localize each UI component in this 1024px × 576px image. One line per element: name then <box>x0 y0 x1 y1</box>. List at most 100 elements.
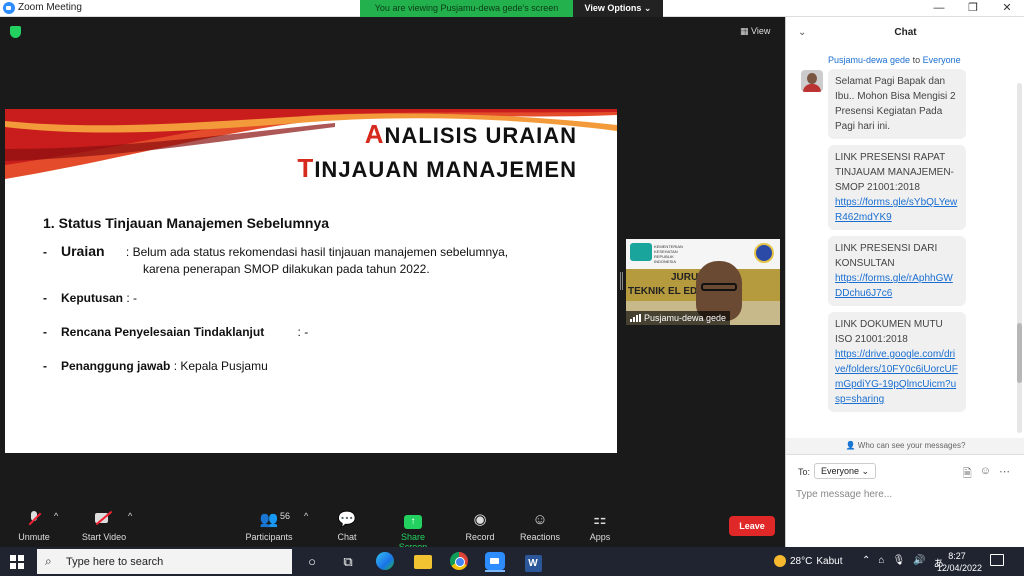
file-icon[interactable]: 🗎 <box>963 465 972 484</box>
sender-avatar <box>801 70 823 92</box>
chrome-icon[interactable] <box>449 552 469 572</box>
chat-panel: ⌄ Chat Pusjamu-dewa gede to Everyone Sel… <box>785 17 1024 547</box>
clock-time: 8:27 <box>948 551 966 561</box>
chat-scrollbar[interactable] <box>1017 83 1022 433</box>
chat-scrollbar-thumb[interactable] <box>1017 323 1022 383</box>
rencana-value: : - <box>297 325 309 339</box>
maximize-button[interactable]: ❐ <box>956 0 990 17</box>
unmute-button[interactable]: Unmute <box>14 511 54 542</box>
chat-message-input[interactable] <box>796 486 1011 502</box>
window-title-bar: Zoom Meeting You are viewing Pusjamu-dew… <box>0 0 1024 17</box>
record-button[interactable]: ◉ Record <box>463 511 497 542</box>
chat-bubble-icon: 💬 <box>337 511 357 528</box>
apps-button[interactable]: ⚏ Apps <box>586 511 614 542</box>
chat-message-text: LINK PRESENSI DARI KONSULTAN <box>835 243 938 269</box>
leave-button[interactable]: Leave <box>729 516 775 536</box>
slide-title2-initial: T <box>297 153 315 183</box>
network-icon[interactable]: ⌂ <box>878 555 884 570</box>
rencana-label: Rencana Penyelesaian Tindaklanjut <box>61 325 265 339</box>
meeting-area: View ANALISIS URAIAN TINJAUAN MANAJEMEN … <box>0 17 785 547</box>
window-title: Zoom Meeting <box>18 2 82 13</box>
taskbar-clock[interactable]: 8:27 12/04/2022 <box>937 550 982 574</box>
file-explorer-icon[interactable] <box>413 552 433 572</box>
message-visibility-link[interactable]: 👤 Who can see your messages? <box>786 438 1024 454</box>
participants-options-caret[interactable]: ^ <box>304 511 308 521</box>
start-video-label: Start Video <box>81 532 127 542</box>
view-button[interactable]: View <box>740 26 770 37</box>
weather-widget[interactable]: 28°C Kabut <box>774 555 842 567</box>
bullet-dash: - <box>43 245 47 259</box>
reactions-button[interactable]: ☺ Reactions <box>518 511 562 542</box>
reactions-label: Reactions <box>519 532 561 542</box>
audio-options-caret[interactable]: ^ <box>54 511 58 521</box>
unmute-label: Unmute <box>18 532 50 542</box>
zoom-app-icon[interactable] <box>485 552 505 572</box>
chat-message: LINK DOKUMEN MUTU ISO 21001:2018 https:/… <box>828 312 966 412</box>
penanggung-value: : Kepala Pusjamu <box>173 359 268 373</box>
keputusan-value: : - <box>126 291 138 305</box>
video-options-caret[interactable]: ^ <box>128 511 132 521</box>
chat-message-text: LINK DOKUMEN MUTU ISO 21001:2018 <box>835 319 943 345</box>
microphone-icon[interactable]: 🎙 <box>892 555 905 570</box>
slide-title-line2: TINJAUAN MANAJEMEN <box>297 153 577 184</box>
apps-label: Apps <box>589 532 611 542</box>
security-shield-icon[interactable] <box>10 26 21 38</box>
slide-title1-rest: NALISIS URAIAN <box>384 123 577 148</box>
slide-row-penanggung-jawab: - Penanggung jawab : Kepala Pusjamu <box>43 359 268 373</box>
notification-center-icon[interactable] <box>990 554 1004 566</box>
slide-title2-rest: INJAUAN MANAJEMEN <box>314 157 577 182</box>
slide-title1-initial: A <box>364 119 385 149</box>
slide-row-rencana: - Rencana Penyelesaian Tindaklanjut : - <box>43 325 308 339</box>
edge-icon[interactable] <box>375 552 395 572</box>
chat-message-link[interactable]: https://drive.google.com/drive/folders/1… <box>835 349 958 405</box>
shared-screen-slide: ANALISIS URAIAN TINJAUAN MANAJEMEN 1. St… <box>5 109 617 453</box>
chat-divider <box>786 454 1024 455</box>
participant-name-bar: Pusjamu-dewa gede <box>626 311 731 325</box>
minimize-button[interactable]: — <box>922 0 956 17</box>
view-options-button[interactable]: View Options ⌄ <box>573 0 663 17</box>
chat-recipient-dropdown[interactable]: Everyone ⌄ <box>814 463 877 479</box>
participant-glasses <box>701 283 737 291</box>
chat-recipient: Everyone <box>922 55 961 65</box>
weather-description: Kabut <box>816 555 843 567</box>
chat-message-list: Selamat Pagi Bapak dan Ibu.. Mohon Bisa … <box>828 69 966 435</box>
participants-count-badge: 56 <box>280 511 291 521</box>
share-screen-button[interactable]: ↑ Share Screen <box>386 511 440 552</box>
more-icon[interactable]: ⋯ <box>999 465 1010 484</box>
chat-button[interactable]: 💬 Chat <box>332 511 362 542</box>
reactions-smiley-icon: ☺ <box>532 511 548 528</box>
share-screen-icon: ↑ <box>386 511 440 529</box>
start-video-button[interactable]: Start Video <box>80 511 128 542</box>
window-controls: — ❐ ✕ <box>922 0 1024 17</box>
bullet-dash: - <box>43 325 47 339</box>
task-view-icon[interactable]: ⧉ <box>338 552 358 572</box>
splitter-handle[interactable] <box>620 272 623 290</box>
chat-title: Chat <box>894 27 917 38</box>
volume-icon[interactable]: 🔊 <box>913 555 925 570</box>
emoji-icon[interactable]: ☺ <box>980 465 991 484</box>
mic-muted-icon <box>14 511 54 529</box>
tray-chevron-up-icon[interactable]: ⌃ <box>862 555 870 570</box>
weather-sun-icon <box>774 555 786 567</box>
participant-video-tile[interactable]: KEMENTERIAN KESEHATAN REPUBLIK INDONESIA… <box>626 239 780 325</box>
university-seal-icon <box>754 243 774 263</box>
slide-title-line1: ANALISIS URAIAN <box>365 119 577 150</box>
meeting-control-bar: Unmute ^ Start Video ^ 👥 Participants 56… <box>0 507 785 552</box>
participants-label: Participants <box>245 532 293 542</box>
taskbar-search-box[interactable]: ⌕ Type here to search <box>37 549 292 574</box>
windows-start-icon[interactable] <box>10 555 24 569</box>
chat-message-link[interactable]: https://forms.gle/sYbQLYewR462mdYK9 <box>835 197 957 223</box>
kemenkes-logo-icon <box>630 243 652 261</box>
bullet-dash: - <box>43 359 47 373</box>
kemenkes-logo-text: KEMENTERIAN KESEHATAN REPUBLIK INDONESIA <box>654 244 683 264</box>
chat-message: Selamat Pagi Bapak dan Ibu.. Mohon Bisa … <box>828 69 966 139</box>
system-tray: ⌃ ⌂ 🎙 🔊 あ <box>862 555 944 570</box>
close-button[interactable]: ✕ <box>990 0 1024 17</box>
chat-message: LINK PRESENSI DARI KONSULTAN https://for… <box>828 236 966 306</box>
chat-sender-name[interactable]: Pusjamu-dewa gede <box>828 55 910 65</box>
cortana-icon[interactable]: ○ <box>302 552 322 572</box>
people-icon: 👤 <box>845 441 858 450</box>
word-icon[interactable]: W <box>523 552 543 572</box>
chat-sender-line: Pusjamu-dewa gede to Everyone <box>828 55 961 65</box>
chat-message-link[interactable]: https://forms.gle/rAphhGWDDchu6J7c6 <box>835 273 953 299</box>
